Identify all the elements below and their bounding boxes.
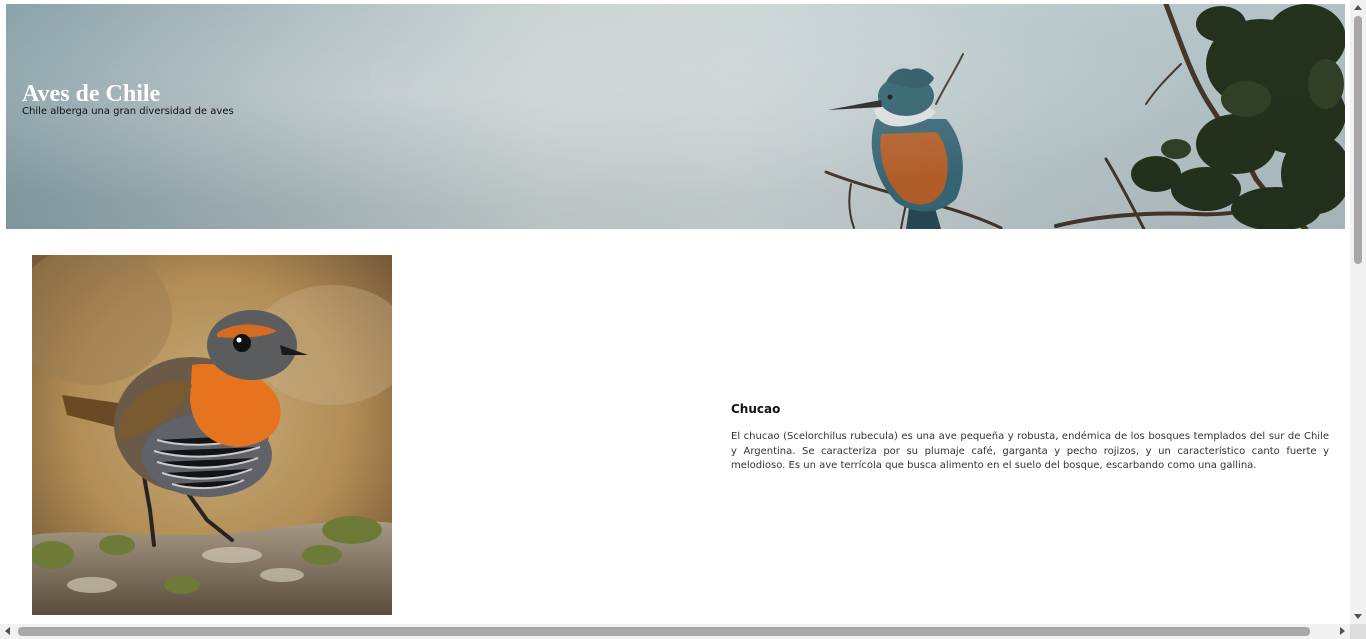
chucao-photo	[32, 255, 392, 615]
scroll-down-arrow-icon[interactable]	[1354, 614, 1362, 619]
horizontal-scrollbar[interactable]	[0, 624, 1350, 639]
scrollbar-corner	[1350, 624, 1366, 639]
scroll-up-arrow-icon[interactable]	[1354, 5, 1362, 10]
scroll-right-arrow-icon[interactable]	[1340, 627, 1345, 635]
page-subtitle: Chile alberga una gran diversidad de ave…	[22, 106, 234, 117]
page-title: Aves de Chile	[22, 81, 161, 107]
vertical-scroll-thumb[interactable]	[1354, 16, 1362, 264]
header-banner: Aves de Chile Chile alberga una gran div…	[6, 4, 1345, 229]
scroll-left-arrow-icon[interactable]	[5, 627, 10, 635]
horizontal-scroll-thumb[interactable]	[18, 627, 1310, 636]
bird-info-section: Chucao El chucao (Scelorchilus rubecula)…	[731, 402, 1329, 474]
vertical-scrollbar[interactable]	[1350, 0, 1366, 624]
chucao-image	[32, 255, 392, 615]
page: Aves de Chile Chile alberga una gran div…	[0, 0, 1350, 624]
bird-name: Chucao	[731, 402, 781, 416]
bird-description: El chucao (Scelorchilus rubecula) es una…	[731, 431, 1329, 471]
